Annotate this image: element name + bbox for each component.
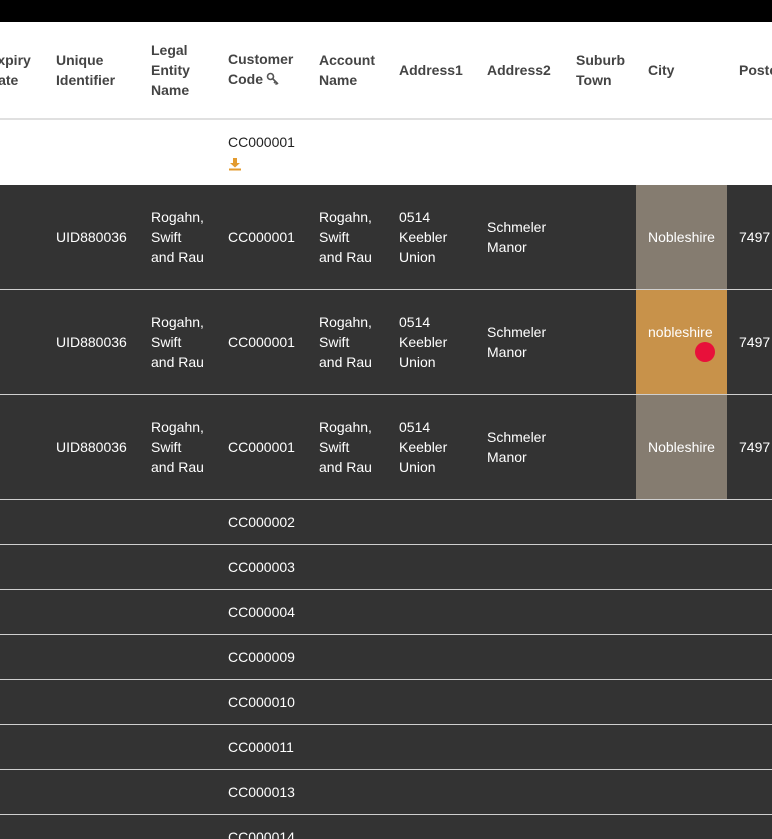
column-header-legal-entity-name[interactable]: Legal Entity Name [139, 22, 216, 118]
suburb-town-cell [564, 290, 636, 394]
table-row[interactable]: UID880036 Rogahn, Swift and Rau CC000001 R… [0, 185, 772, 290]
suburb-town-cell [564, 395, 636, 499]
top-bar [0, 0, 772, 22]
address1-cell: 0514 Keebler Union [399, 209, 448, 265]
customer-code-filter-value: CC000001 [228, 133, 295, 150]
column-header-expiry-date[interactable]: ExpiryDate [0, 22, 44, 118]
table-row[interactable]: CC000004 [0, 590, 772, 635]
column-header-customer-code[interactable]: Customer Code [216, 22, 307, 118]
table-row[interactable]: CC000003 [0, 545, 772, 590]
customer-code-filter[interactable]: CC000001 [216, 120, 307, 185]
city-cell[interactable]: Nobleshire [636, 185, 727, 289]
customer-code-cell: CC000001 [228, 439, 295, 455]
legal-entity-name-cell: Rogahn, Swift and Rau [151, 314, 204, 370]
customer-code-cell: CC000004 [228, 604, 295, 620]
customer-code-cell: CC000001 [228, 334, 295, 350]
legal-entity-name-cell: Rogahn, Swift and Rau [151, 209, 204, 265]
expiry-date-cell [0, 185, 44, 289]
column-header-address1[interactable]: Address1 [387, 22, 475, 118]
address1-cell: 0514 Keebler Union [399, 314, 448, 370]
error-dot-icon [695, 342, 715, 362]
postcode-cell: 7497 [739, 439, 771, 455]
column-header-city[interactable]: City [636, 22, 727, 118]
column-header-postcode[interactable]: Postcode [727, 22, 772, 118]
download-icon[interactable] [228, 156, 242, 176]
address1-cell: 0514 Keebler Union [399, 419, 448, 475]
postcode-cell: 7497 [739, 334, 771, 350]
unique-identifier-cell: UID880036 [56, 439, 127, 455]
data-grid: ExpiryDate UniqueIdentifier LegalEntityN… [0, 22, 772, 839]
table-row[interactable]: CC000002 [0, 500, 772, 545]
table-row[interactable]: CC000010 [0, 680, 772, 725]
account-name-cell: Rogahn, Swift and Rau [319, 209, 372, 265]
postcode-cell: 7497 [739, 229, 771, 245]
header-row: ExpiryDate UniqueIdentifier LegalEntityN… [0, 22, 772, 120]
city-cell-editing[interactable]: nobleshire [636, 290, 727, 394]
customer-code-cell: CC000013 [228, 784, 295, 800]
column-header-address2[interactable]: Address2 [475, 22, 564, 118]
account-name-cell: Rogahn, Swift and Rau [319, 419, 372, 475]
customer-code-cell: CC000010 [228, 694, 295, 710]
account-name-cell: Rogahn, Swift and Rau [319, 314, 372, 370]
address2-cell: Schmeler Manor [487, 219, 547, 255]
customer-code-cell: CC000009 [228, 649, 295, 665]
customer-code-cell: CC000003 [228, 559, 295, 575]
suburb-town-cell [564, 185, 636, 289]
expiry-date-cell [0, 395, 44, 499]
customer-code-cell: CC000002 [228, 514, 295, 530]
table-row[interactable]: UID880036 Rogahn, Swift and Rau CC000001 R… [0, 395, 772, 500]
table-row[interactable]: CC000014 [0, 815, 772, 839]
customer-code-cell: CC000011 [228, 739, 294, 755]
table-row[interactable]: CC000013 [0, 770, 772, 815]
city-value: nobleshire [648, 324, 713, 340]
customer-code-cell: CC000001 [228, 229, 295, 245]
table-row[interactable]: CC000011 [0, 725, 772, 770]
unique-identifier-cell: UID880036 [56, 229, 127, 245]
city-cell[interactable]: Nobleshire [636, 395, 727, 499]
table-row[interactable]: UID880036 Rogahn, Swift and Rau CC000001 R… [0, 290, 772, 395]
customer-code-cell: CC000014 [228, 829, 295, 839]
column-header-unique-identifier[interactable]: Unique Identifier [44, 22, 139, 118]
column-header-account-name[interactable]: Account Name [307, 22, 387, 118]
legal-entity-name-cell: Rogahn, Swift and Rau [151, 419, 204, 475]
filter-row: CC000001 [0, 120, 772, 185]
address2-cell: Schmeler Manor [487, 429, 547, 465]
key-icon [266, 71, 280, 91]
address2-cell: Schmeler Manor [487, 324, 547, 360]
column-header-suburb-town[interactable]: Suburb Town [564, 22, 636, 118]
unique-identifier-cell: UID880036 [56, 334, 127, 350]
table-row[interactable]: CC000009 [0, 635, 772, 680]
expiry-date-cell [0, 290, 44, 394]
